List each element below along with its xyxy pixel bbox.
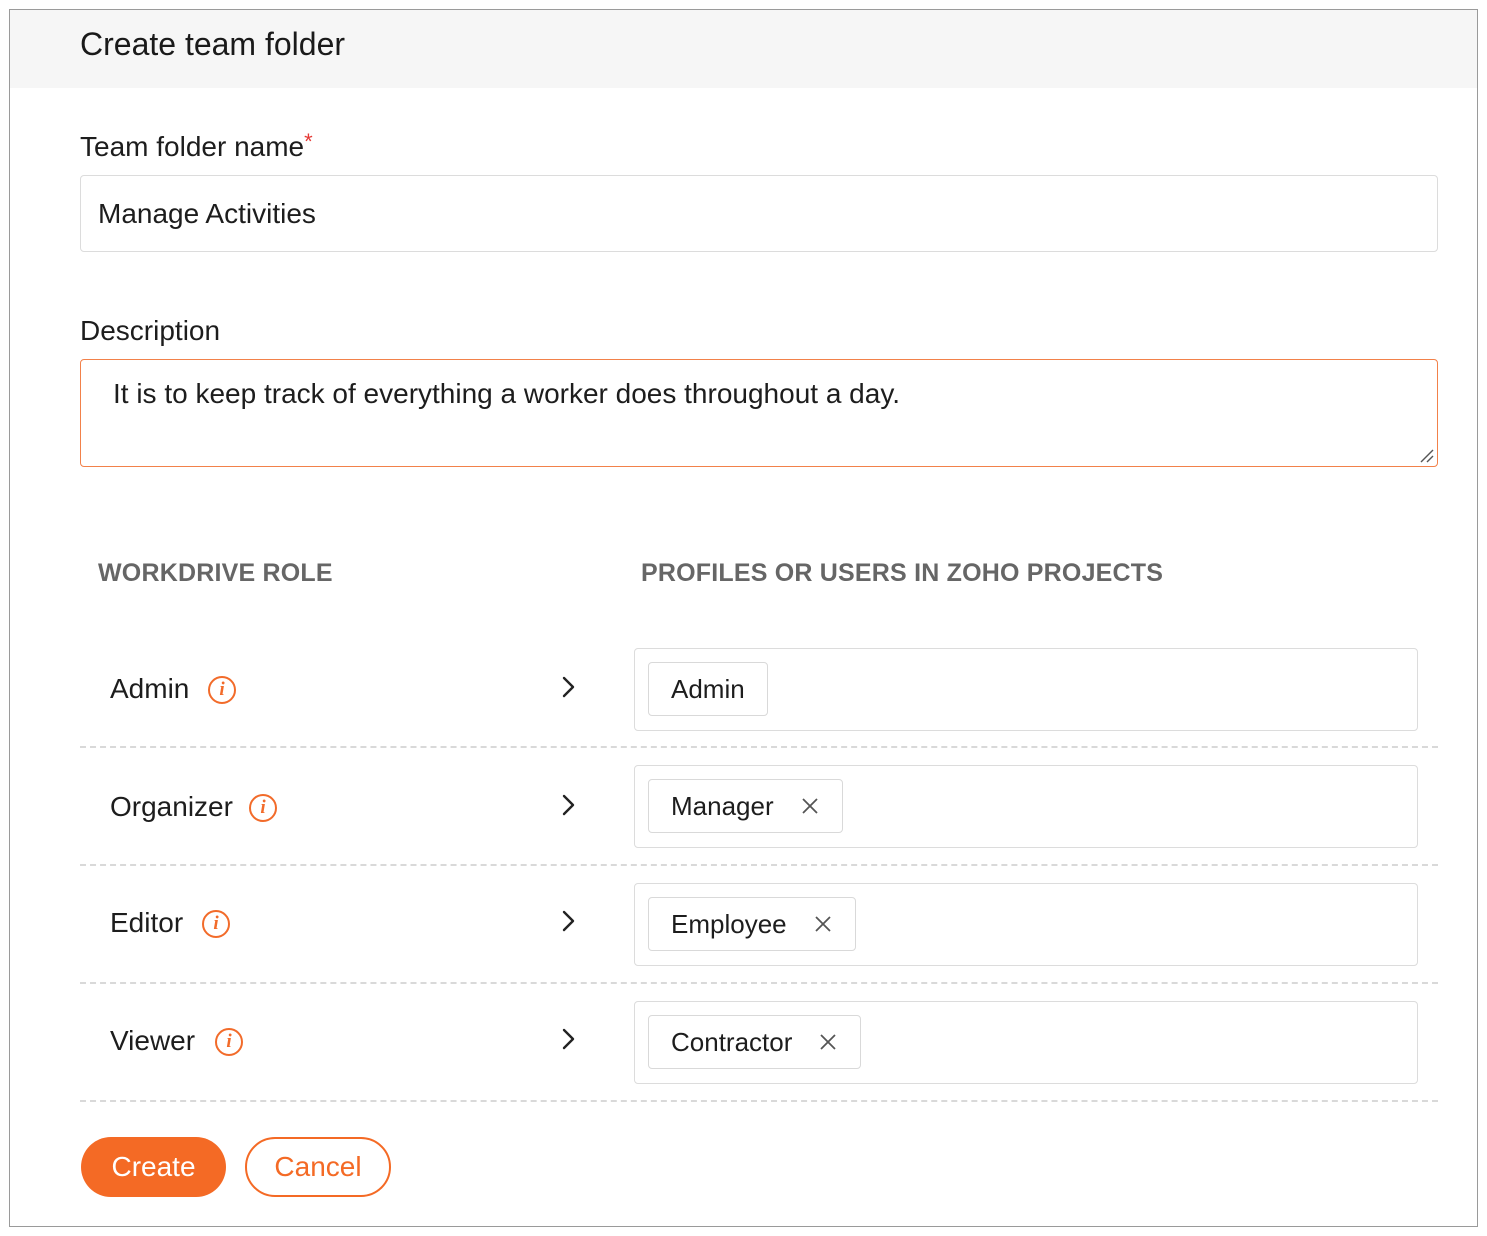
profile-chip: Contractor <box>648 1015 862 1069</box>
description-label: Description <box>80 315 221 346</box>
info-icon[interactable]: i <box>249 794 277 822</box>
role-name: Admin <box>110 673 190 704</box>
dialog-header: Create team folder <box>10 10 1477 88</box>
create-button[interactable]: Create <box>81 1137 226 1197</box>
info-icon[interactable]: i <box>208 676 236 704</box>
remove-chip-close-icon[interactable] <box>800 796 820 816</box>
profile-chip: Admin <box>648 662 768 716</box>
info-icon[interactable]: i <box>215 1028 243 1056</box>
dialog-title: Create team folder <box>80 26 346 62</box>
profile-chip: Employee <box>648 897 856 951</box>
team-folder-name-input[interactable] <box>80 175 1438 252</box>
profile-chip-label: Contractor <box>671 1026 793 1057</box>
remove-chip-close-icon[interactable] <box>818 1032 838 1052</box>
role-row-editor: Editor i Employee <box>80 866 1438 984</box>
required-marker: * <box>304 129 313 154</box>
profile-chip: Manager <box>648 779 843 833</box>
profile-chip-label: Employee <box>671 908 787 939</box>
cancel-button[interactable]: Cancel <box>245 1137 391 1197</box>
chevron-right-icon[interactable] <box>556 793 580 817</box>
team-folder-name-label: Team folder name* <box>80 129 313 163</box>
info-icon[interactable]: i <box>202 910 230 938</box>
role-row-organizer: Organizer i Manager <box>80 748 1438 866</box>
description-textarea[interactable]: It is to keep track of everything a work… <box>80 359 1438 467</box>
role-row-admin: Admin i Admin <box>80 630 1438 748</box>
profile-selector[interactable]: Contractor <box>634 1001 1418 1084</box>
profile-selector[interactable]: Manager <box>634 765 1418 848</box>
workdrive-role-column-header: WORKDRIVE ROLE <box>98 559 333 587</box>
team-folder-name-label-text: Team folder name <box>80 131 305 162</box>
role-row-viewer: Viewer i Contractor <box>80 984 1438 1102</box>
profile-chip-label: Manager <box>671 790 774 821</box>
role-name: Editor <box>110 907 184 938</box>
profiles-column-header: PROFILES OR USERS IN ZOHO PROJECTS <box>641 559 1164 587</box>
chevron-right-icon[interactable] <box>556 1027 580 1051</box>
role-name: Viewer <box>110 1025 196 1056</box>
chevron-right-icon[interactable] <box>556 909 580 933</box>
remove-chip-close-icon[interactable] <box>813 914 833 934</box>
chevron-right-icon[interactable] <box>556 675 580 699</box>
resize-grip-icon[interactable] <box>1418 447 1434 463</box>
profile-selector[interactable]: Admin <box>634 648 1418 731</box>
profile-selector[interactable]: Employee <box>634 883 1418 966</box>
create-team-folder-dialog: Create team folder Team folder name* Des… <box>9 9 1478 1227</box>
role-name: Organizer <box>110 791 233 822</box>
profile-chip-label: Admin <box>671 673 745 704</box>
